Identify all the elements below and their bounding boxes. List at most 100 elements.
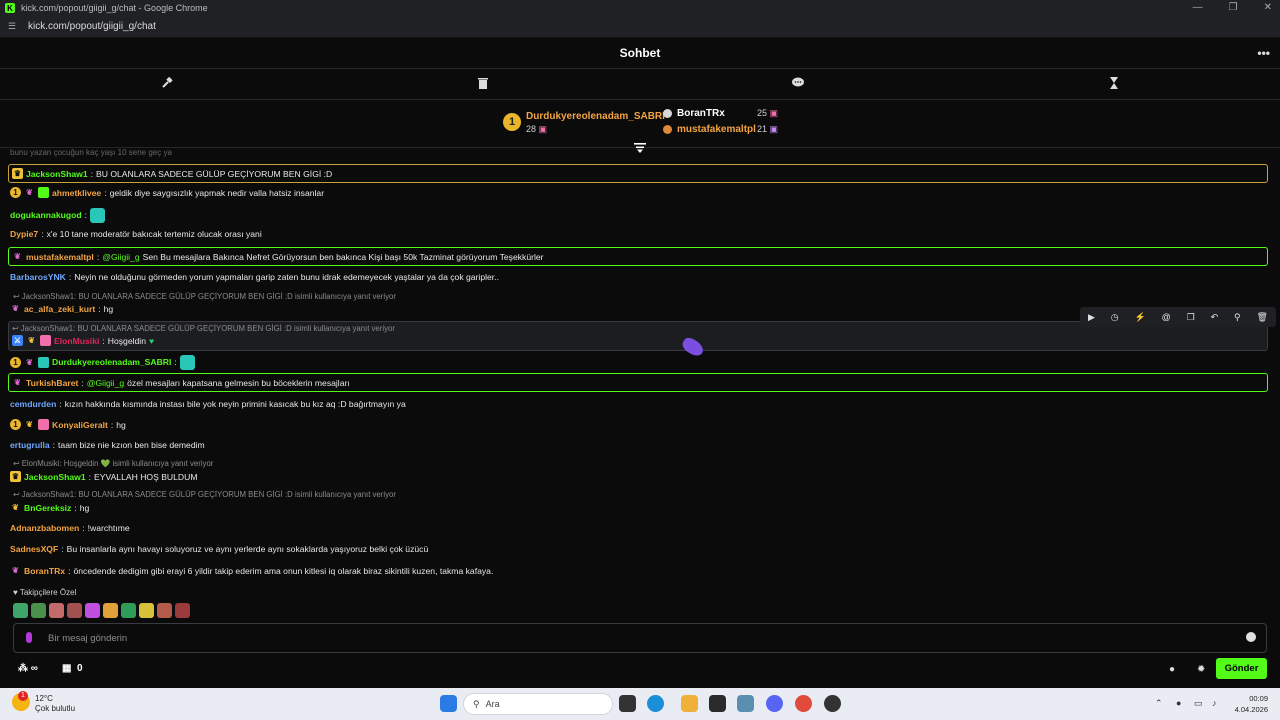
emote-icon[interactable] [13,603,28,618]
message-username[interactable]: SadnesXQF [10,544,58,554]
delete-icon[interactable]: 🗑 [1257,312,1268,323]
message-username[interactable]: BnGereksiz [24,503,71,513]
more-options-icon[interactable]: ••• [1257,46,1270,60]
leaderboard-first[interactable]: 1 Durdukyereolenadam_SABRI 28 ▣ [503,111,665,135]
message-username[interactable]: ac_alfa_zeki_kurt [24,304,95,314]
emote-icon[interactable] [67,603,82,618]
chat-message[interactable]: BarbarosYNK: Neyin ne olduğunu görmeden … [10,272,1270,282]
chat-message[interactable]: ♛ JacksonShaw1: EYVALLAH HOŞ BULDUM [10,471,1270,482]
message-username[interactable]: Durdukyereolenadam_SABRI [52,357,171,367]
message-input-box[interactable] [13,623,1267,653]
chat-bubble-icon[interactable] [791,77,805,91]
unmod-icon[interactable]: ⚡ [1135,312,1146,323]
edge-browser-icon[interactable] [647,695,664,712]
reply-context[interactable]: ↩ JacksonShaw1: BU OLANLARA SADECE GÜLÜP… [12,324,395,333]
restore-button[interactable]: ❐ [1229,2,1238,13]
taskbar-search[interactable]: ⚲ Ara [463,693,613,715]
emote-icon[interactable] [175,603,190,618]
mic-icon[interactable] [26,632,32,643]
message-username[interactable]: ahmetklivee [52,188,101,198]
notification-badge: 1 [18,691,28,701]
chat-message[interactable]: Dypie7: x'e 10 tane moderatör bakıcak te… [10,229,1270,239]
chat-message[interactable]: ❦ BoranTRx: öncedende dedigim gibi erayi… [10,565,1270,576]
weather-widget[interactable]: 1 12°C Çok bulutlu [12,691,75,714]
chat-settings-bubble-icon[interactable]: ● [1169,664,1175,675]
discord-icon[interactable] [766,695,783,712]
chat-message[interactable]: ❦ BnGereksiz: hg [10,502,1270,513]
chat-message[interactable]: 1 ❦ ahmetklivee: geldik diye saygısızlık… [10,187,1270,198]
store-counter[interactable]: ▦ 0 [62,663,83,674]
chrome-icon[interactable] [795,695,812,712]
timeout-clock-icon[interactable]: ◷ [1111,312,1119,323]
chat-message[interactable]: 1 ❦ Durdukyereolenadam_SABRI: [10,353,1270,371]
chat-message[interactable]: ❦ TurkishBaret: @Giigii_g özel mesajları… [8,373,1268,392]
message-username[interactable]: cemdurden [10,399,56,409]
chat-message[interactable]: 1 ❦ KonyaliGeralt: hg [10,419,1270,430]
chat-message[interactable]: ♛ JacksonShaw1: BU OLANLARA SADECE GÜLÜP… [8,164,1268,183]
address-bar[interactable]: ☰ kick.com/popout/giigii_g/chat [0,16,1280,38]
emoji-picker-icon[interactable] [1246,632,1256,642]
emote-icon[interactable] [31,603,46,618]
tray-chevron-icon[interactable]: ⌃ [1155,698,1163,709]
mention-icon[interactable]: @ [1162,312,1171,322]
message-username[interactable]: TurkishBaret [26,378,78,388]
message-username[interactable]: JacksonShaw1 [24,472,86,482]
emote-icon[interactable] [157,603,172,618]
steam-icon[interactable] [824,695,841,712]
message-username[interactable]: mustafakemaltpl [26,252,94,262]
settings-gear-icon[interactable]: ✹ [1197,664,1205,675]
copy-icon[interactable]: ❐ [1187,312,1195,323]
pin-icon[interactable]: ⚲ [1234,312,1241,323]
settings-app-icon[interactable] [737,695,754,712]
tray-mic-icon[interactable]: ● [1176,698,1181,708]
message-username[interactable]: Adnanzbabomen [10,523,79,533]
emote-icon[interactable] [49,603,64,618]
play-icon[interactable]: ▶ [1088,312,1095,323]
reply-context[interactable]: ↩ JacksonShaw1: BU OLANLARA SADECE GÜLÜP… [13,490,396,499]
chat-message-hovered[interactable]: ↩ JacksonShaw1: BU OLANLARA SADECE GÜLÜP… [8,321,1268,351]
chat-message[interactable]: cemdurden: kızın hakkında kısmında insta… [10,399,1270,409]
message-username[interactable]: ElonMusiki [54,336,99,346]
windows-start-icon[interactable] [440,695,457,712]
tray-network-icon[interactable]: ▭ [1194,698,1203,709]
chat-messages[interactable]: bunu yazan çocuğun kaç yaşı 10 sene geç … [0,148,1280,620]
message-username[interactable]: BoranTRx [24,566,65,576]
emote-icon[interactable] [103,603,118,618]
message-username[interactable]: BarbarosYNK [10,272,66,282]
store-app-icon[interactable] [709,695,726,712]
message-username[interactable]: JacksonShaw1 [26,169,88,179]
channel-points[interactable]: ⁂ ∞ [18,663,38,674]
chat-message[interactable]: SadnesXQF: Bu insanlarla aynı havayı sol… [10,544,1270,554]
reply-context[interactable]: ↩ ElonMusiki: Hoşgeldin 💚 isimli kullanı… [13,459,213,468]
site-info-icon[interactable]: ☰ [8,21,22,32]
leaderboard-third[interactable]: mustafakemaltpl 21 ▣ [663,124,778,135]
emote-icon[interactable] [85,603,100,618]
emote-icon[interactable] [121,603,136,618]
send-button[interactable]: Gönder [1216,658,1267,679]
taskbar-clock[interactable]: 00:09 4.04.2026 [1235,693,1268,715]
hourglass-icon[interactable] [1107,77,1121,91]
chat-message[interactable]: ❦ mustafakemaltpl: @Giigii_g Sen Bu mesa… [8,247,1268,266]
chat-message[interactable]: dogukannakugod: [10,206,1270,224]
close-button[interactable]: ✕ [1264,2,1272,13]
tray-volume-icon[interactable]: ♪ [1212,698,1217,708]
reply-icon[interactable]: ↶ [1211,312,1219,323]
minimize-button[interactable]: — [1193,2,1203,13]
hammer-icon[interactable] [160,76,174,91]
task-view-icon[interactable] [619,695,636,712]
message-username[interactable]: dogukannakugod [10,210,82,220]
message-mention[interactable]: @Giigii_g [87,378,124,388]
message-input[interactable] [48,630,1228,647]
chat-message[interactable]: Adnanzbabomen: !warchtıme [10,523,1270,533]
message-username[interactable]: KonyaliGeralt [52,420,108,430]
chat-message[interactable]: ertugrulla: taam bize nie kzıon ben bise… [10,440,1270,450]
message-username[interactable]: ertugrulla [10,440,50,450]
message-mention[interactable]: @Giigii_g [102,252,139,262]
leaderboard-second[interactable]: BoranTRx 25 ▣ [663,108,778,119]
reply-context[interactable]: ↩ JacksonShaw1: BU OLANLARA SADECE GÜLÜP… [13,292,396,301]
message-username[interactable]: Dypie7 [10,229,38,239]
emote-icon[interactable] [139,603,154,618]
file-explorer-icon[interactable] [681,695,698,712]
url-text[interactable]: kick.com/popout/giigii_g/chat [28,21,156,32]
trash-icon[interactable] [476,77,490,91]
